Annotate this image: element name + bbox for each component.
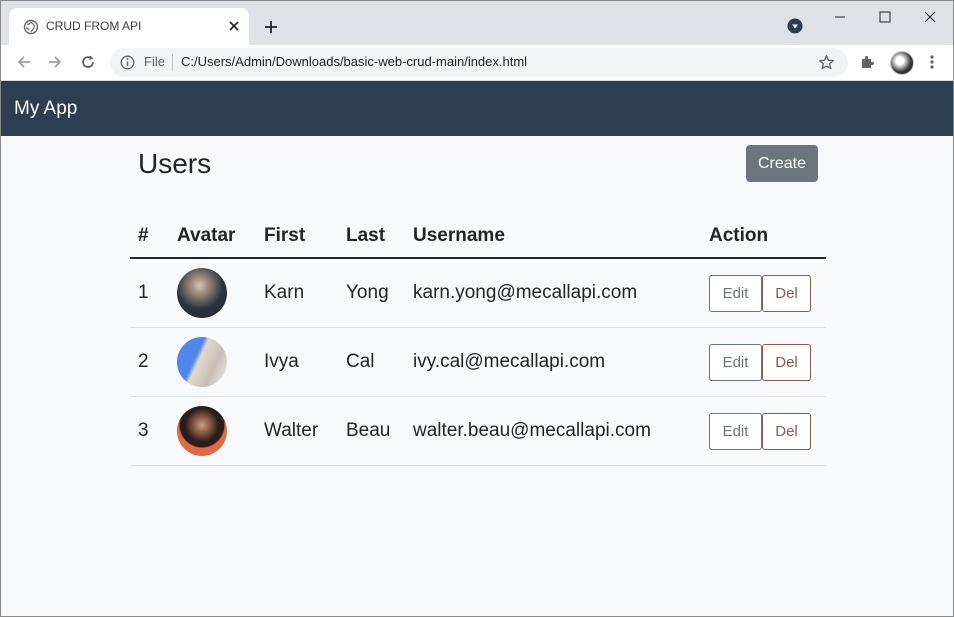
table-row: 2 Ivya Cal ivy.cal@mecallapi.com Edit Del	[130, 327, 826, 397]
table-header-row: # Avatar First Last Username Action	[130, 215, 826, 259]
delete-button[interactable]: Del	[762, 412, 811, 450]
cell-avatar	[169, 327, 256, 397]
app-brand[interactable]: My App	[14, 98, 77, 120]
cell-last: Cal	[338, 327, 405, 397]
cell-username: walter.beau@mecallapi.com	[405, 396, 701, 466]
header-first: First	[256, 215, 338, 259]
table-row: 1 Karn Yong karn.yong@mecallapi.com Edit…	[130, 258, 826, 328]
cell-num: 3	[130, 396, 169, 466]
header-last: Last	[338, 215, 405, 259]
cell-action: Edit Del	[701, 327, 826, 397]
arrow-right-icon[interactable]	[46, 53, 64, 71]
cell-action: Edit Del	[701, 258, 826, 328]
tab-title: CRUD FROM API	[46, 19, 142, 33]
cell-first: Karn	[256, 258, 338, 328]
cell-avatar	[169, 258, 256, 328]
url-text[interactable]: C:/Users/Admin/Downloads/basic-web-crud-…	[181, 54, 527, 69]
puzzle-icon[interactable]	[859, 53, 877, 71]
cell-username: karn.yong@mecallapi.com	[405, 258, 701, 328]
kebab-menu-icon[interactable]	[923, 53, 941, 71]
cell-first: Ivya	[256, 327, 338, 397]
edit-button[interactable]: Edit	[709, 274, 762, 312]
arrow-left-icon[interactable]	[15, 53, 33, 71]
browser-window: CRUD FROM API File C:/Users/Admin/Downlo…	[0, 0, 954, 617]
maximize-icon[interactable]	[862, 7, 908, 27]
header-num: #	[130, 215, 169, 259]
minimize-icon[interactable]	[817, 7, 863, 27]
plus-icon[interactable]	[262, 18, 280, 36]
cell-last: Yong	[338, 258, 405, 328]
avatar	[177, 406, 227, 456]
header-username: Username	[405, 215, 701, 259]
cell-last: Beau	[338, 396, 405, 466]
cell-num: 2	[130, 327, 169, 397]
cell-action: Edit Del	[701, 396, 826, 466]
delete-button[interactable]: Del	[762, 274, 811, 312]
omnibox-divider	[172, 54, 173, 71]
main-content: Users Create # Avatar First Last Usernam…	[1, 136, 953, 616]
close-icon[interactable]	[226, 18, 242, 34]
edit-button[interactable]: Edit	[709, 343, 762, 381]
avatar	[177, 337, 227, 387]
tab-strip: CRUD FROM API	[1, 1, 953, 45]
cell-num: 1	[130, 258, 169, 328]
address-bar[interactable]: File C:/Users/Admin/Downloads/basic-web-…	[110, 48, 848, 77]
profile-avatar-icon[interactable]	[890, 51, 914, 75]
profile-dropdown-icon[interactable]	[787, 18, 803, 34]
users-table: # Avatar First Last Username Action 1 Ka…	[130, 215, 826, 466]
globe-icon	[23, 19, 39, 35]
header-action: Action	[701, 215, 826, 259]
cell-avatar	[169, 396, 256, 466]
reload-icon[interactable]	[79, 53, 97, 71]
avatar	[177, 268, 227, 318]
delete-button[interactable]: Del	[762, 343, 811, 381]
info-icon[interactable]	[120, 55, 135, 70]
url-scheme-label: File	[144, 54, 165, 69]
browser-tab[interactable]: CRUD FROM API	[9, 8, 249, 45]
cell-first: Walter	[256, 396, 338, 466]
cell-username: ivy.cal@mecallapi.com	[405, 327, 701, 397]
create-button[interactable]: Create	[746, 145, 818, 182]
table-row: 3 Walter Beau walter.beau@mecallapi.com …	[130, 396, 826, 466]
browser-toolbar: File C:/Users/Admin/Downloads/basic-web-…	[1, 45, 953, 81]
window-close-icon[interactable]	[907, 7, 953, 27]
app-navbar: My App	[1, 81, 953, 136]
star-icon[interactable]	[818, 54, 835, 71]
edit-button[interactable]: Edit	[709, 412, 762, 450]
header-avatar: Avatar	[169, 215, 256, 259]
page-title: Users	[138, 148, 212, 179]
